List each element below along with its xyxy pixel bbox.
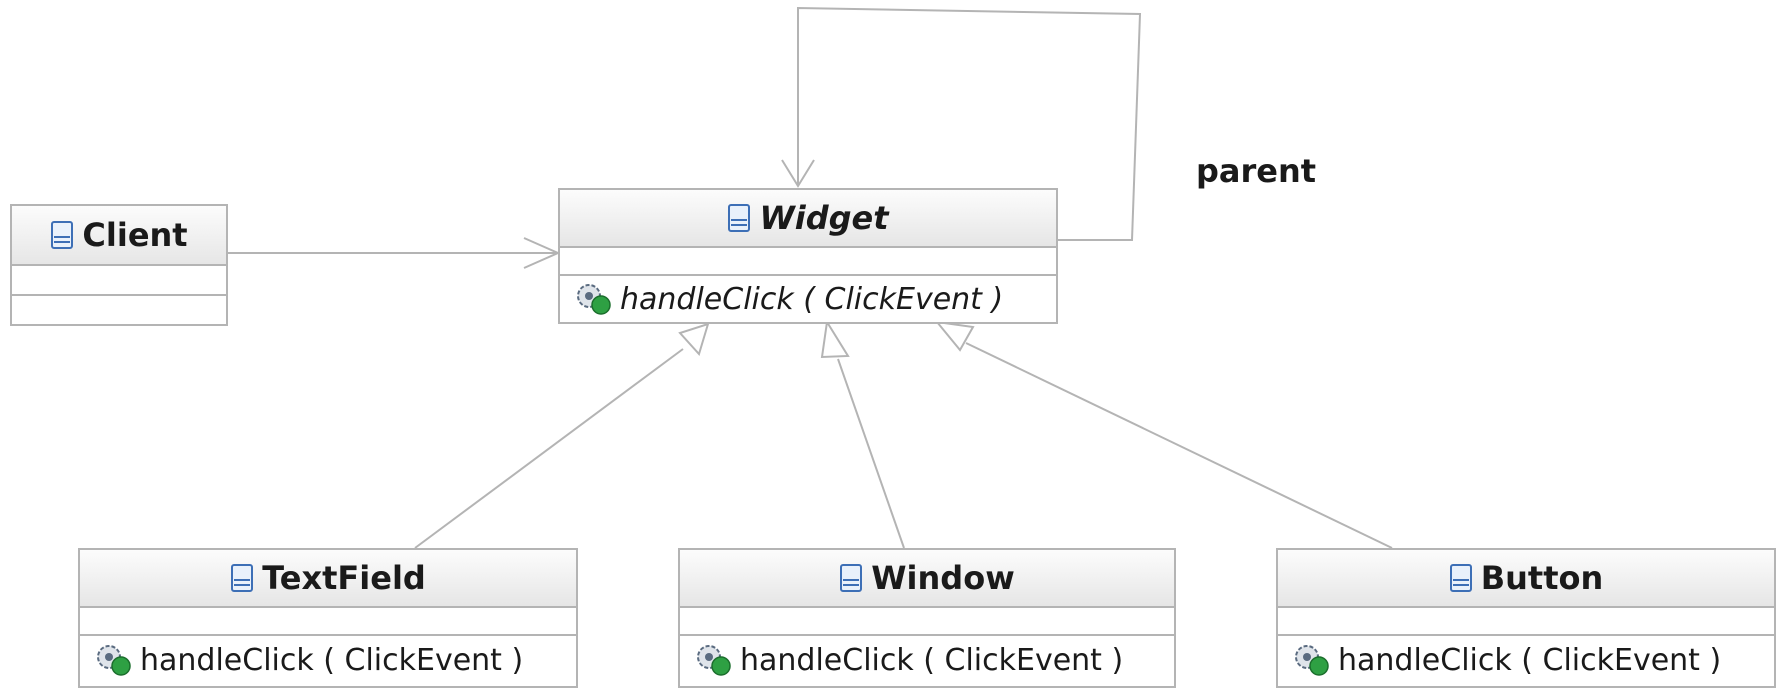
class-box-window[interactable]: Window handleClick ( ClickEvent ) bbox=[678, 548, 1176, 688]
operations-compartment-textfield: handleClick ( ClickEvent ) bbox=[80, 636, 576, 684]
window-generalization-arrowhead bbox=[820, 319, 850, 359]
class-header-client: Client bbox=[12, 206, 226, 266]
operation-handleclick-button: handleClick ( ClickEvent ) bbox=[1338, 642, 1722, 678]
class-box-client[interactable]: Client bbox=[10, 204, 228, 326]
attributes-compartment-window bbox=[680, 608, 1174, 636]
class-header-window: Window bbox=[680, 550, 1174, 608]
class-name-textfield: TextField bbox=[262, 559, 426, 597]
class-name-button: Button bbox=[1480, 559, 1604, 597]
attributes-compartment-textfield bbox=[80, 608, 576, 636]
operation-handleclick-textfield: handleClick ( ClickEvent ) bbox=[140, 642, 524, 678]
operations-compartment-widget: handleClick ( ClickEvent ) bbox=[560, 276, 1056, 322]
textfield-generalization-arrowhead bbox=[678, 322, 710, 356]
operation-handleclick-window: handleClick ( ClickEvent ) bbox=[740, 642, 1124, 678]
class-header-button: Button bbox=[1278, 550, 1774, 608]
class-box-textfield[interactable]: TextField handleClick ( ClickEvent ) bbox=[78, 548, 578, 688]
class-name-widget: Widget bbox=[759, 199, 889, 237]
association-label-parent: parent bbox=[1196, 152, 1317, 190]
class-header-widget: Widget bbox=[560, 190, 1056, 248]
attributes-compartment-widget bbox=[560, 248, 1056, 276]
class-name-client: Client bbox=[82, 216, 188, 254]
attributes-compartment-button bbox=[1278, 608, 1774, 636]
button-generalization-line bbox=[965, 342, 1393, 549]
class-icon bbox=[51, 221, 74, 249]
window-generalization-line bbox=[837, 358, 905, 549]
class-icon bbox=[728, 204, 751, 232]
class-icon bbox=[840, 564, 863, 592]
operations-compartment-button: handleClick ( ClickEvent ) bbox=[1278, 636, 1774, 684]
operations-compartment-window: handleClick ( ClickEvent ) bbox=[680, 636, 1174, 684]
operation-handleclick-widget: handleClick ( ClickEvent ) bbox=[620, 281, 1004, 317]
public-operation-icon bbox=[697, 645, 731, 676]
textfield-generalization-line bbox=[414, 348, 684, 549]
class-icon bbox=[231, 564, 254, 592]
class-header-textfield: TextField bbox=[80, 550, 576, 608]
operations-compartment-client bbox=[12, 296, 226, 324]
class-name-window: Window bbox=[871, 559, 1015, 597]
public-operation-icon bbox=[577, 284, 611, 315]
class-box-button[interactable]: Button handleClick ( ClickEvent ) bbox=[1276, 548, 1776, 688]
class-box-widget[interactable]: Widget handleClick ( ClickEvent ) bbox=[558, 188, 1058, 324]
public-operation-icon bbox=[1295, 645, 1329, 676]
attributes-compartment-client bbox=[12, 266, 226, 296]
class-icon bbox=[1449, 564, 1472, 592]
button-generalization-arrowhead bbox=[934, 320, 975, 352]
public-operation-icon bbox=[97, 645, 131, 676]
